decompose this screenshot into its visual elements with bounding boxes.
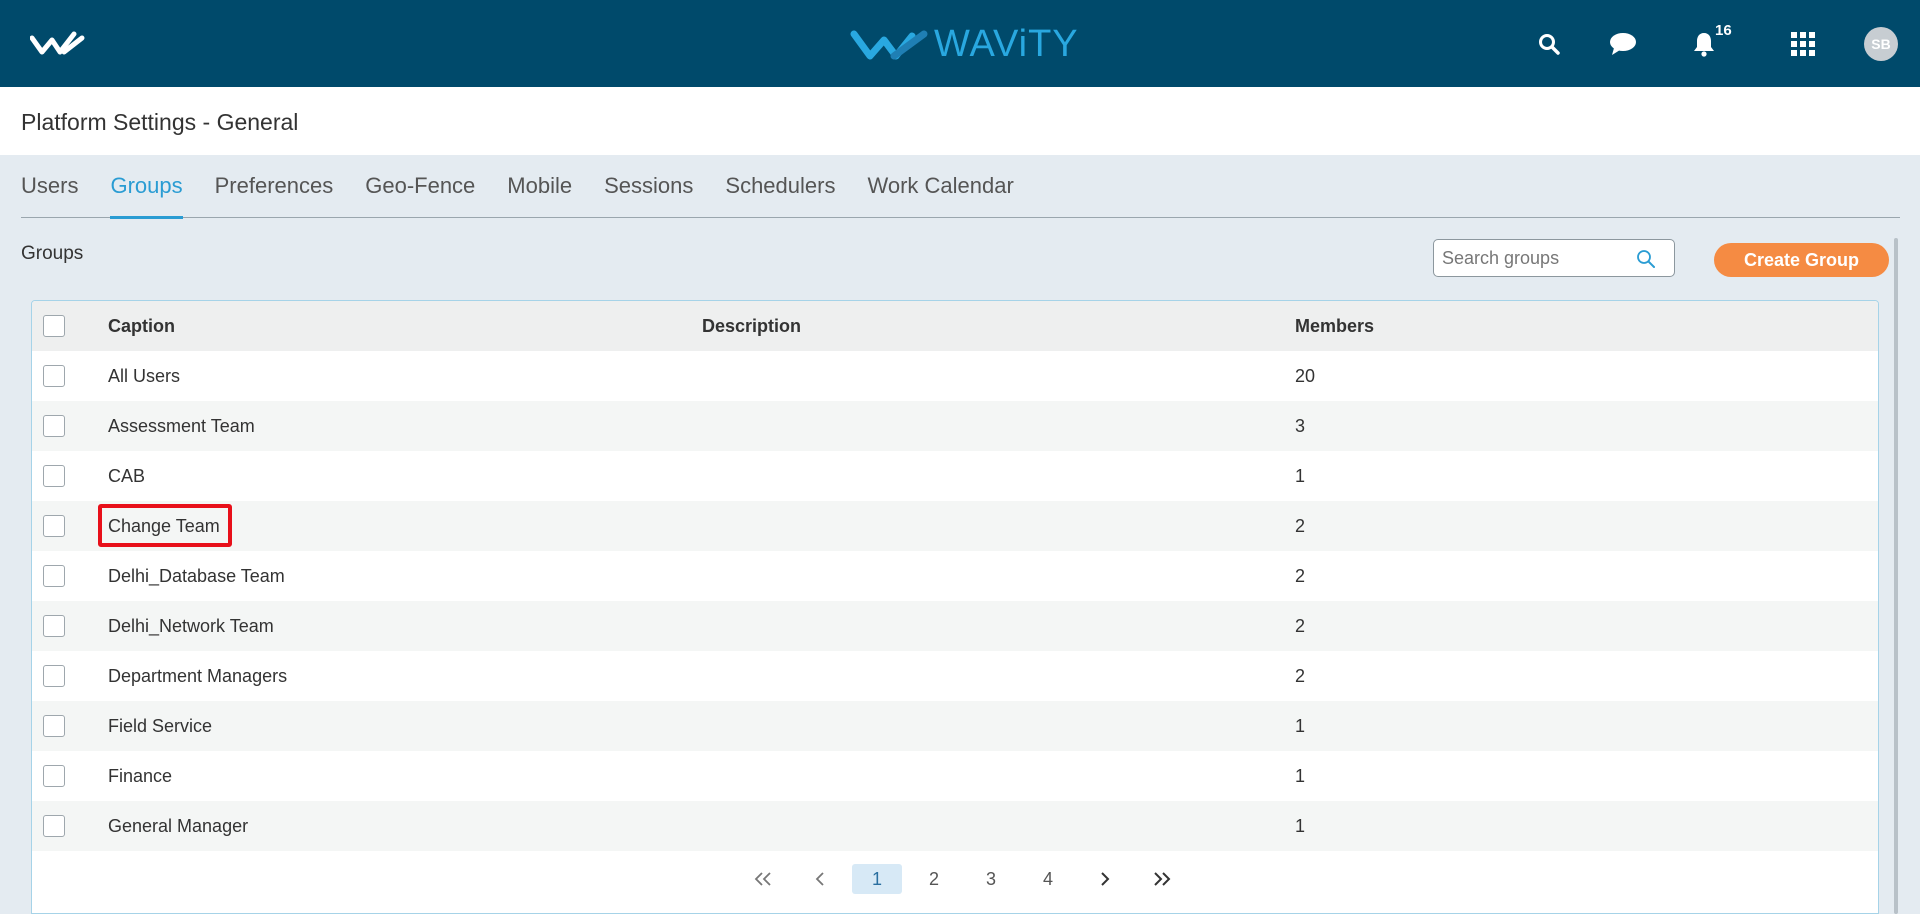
search-input[interactable] <box>1442 247 1632 269</box>
app-logo-icon[interactable] <box>30 30 86 58</box>
row-caption[interactable]: Finance <box>108 766 172 787</box>
row-checkbox[interactable] <box>43 465 65 487</box>
apps-grid-icon[interactable] <box>1785 26 1821 62</box>
table-row[interactable]: Delhi_Network Team 2 <box>32 601 1878 651</box>
table-row[interactable]: General Manager 1 <box>32 801 1878 851</box>
create-group-button[interactable]: Create Group <box>1714 243 1889 277</box>
groups-table: Caption Description Members All Users 20… <box>31 300 1879 914</box>
tab-mobile[interactable]: Mobile <box>507 155 572 218</box>
row-members: 2 <box>1295 565 1306 586</box>
tab-preferences[interactable]: Preferences <box>215 155 334 218</box>
tab-work-calendar[interactable]: Work Calendar <box>867 155 1013 218</box>
row-members: 1 <box>1295 765 1306 786</box>
tab-geo-fence[interactable]: Geo-Fence <box>365 155 475 218</box>
row-caption[interactable]: Delhi_Database Team <box>108 566 285 587</box>
tab-sessions[interactable]: Sessions <box>604 155 693 218</box>
caption-column-header[interactable]: Caption <box>108 316 175 337</box>
page-2-button[interactable]: 2 <box>909 864 959 894</box>
last-page-button[interactable] <box>1137 864 1187 894</box>
table-row[interactable]: Finance 1 <box>32 751 1878 801</box>
tab-schedulers[interactable]: Schedulers <box>725 155 835 218</box>
tab-users[interactable]: Users <box>21 155 78 218</box>
avatar[interactable]: SB <box>1864 27 1898 61</box>
search-groups-icon[interactable] <box>1636 249 1656 269</box>
page-title: Platform Settings - General <box>21 109 299 135</box>
next-page-button[interactable] <box>1080 864 1130 894</box>
row-caption[interactable]: All Users <box>108 366 180 387</box>
search-icon[interactable] <box>1531 26 1567 62</box>
row-caption[interactable]: Assessment Team <box>108 416 255 437</box>
description-column-header[interactable]: Description <box>702 316 801 337</box>
notification-badge: 16 <box>1715 22 1732 39</box>
table-row[interactable]: Delhi_Database Team 2 <box>32 551 1878 601</box>
brand-mark-icon <box>850 30 928 60</box>
row-caption[interactable]: Delhi_Network Team <box>108 616 274 637</box>
top-bar: WAViTY 16 SB <box>0 0 1920 87</box>
members-column-header[interactable]: Members <box>1295 316 1374 337</box>
previous-page-button[interactable] <box>795 864 845 894</box>
row-caption[interactable]: Field Service <box>108 716 212 737</box>
table-row[interactable]: Assessment Team 3 <box>32 401 1878 451</box>
row-members: 3 <box>1295 415 1306 436</box>
row-members: 1 <box>1295 715 1306 736</box>
row-caption[interactable]: CAB <box>108 466 145 487</box>
scrollbar[interactable] <box>1894 238 1898 914</box>
double-chevron-left-icon <box>754 872 771 886</box>
brand-name: WAViTY <box>934 23 1079 65</box>
table-row[interactable]: Field Service 1 <box>32 701 1878 751</box>
row-checkbox[interactable] <box>43 665 65 687</box>
row-caption[interactable]: Change Team <box>108 516 220 537</box>
page-3-button[interactable]: 3 <box>966 864 1016 894</box>
row-caption[interactable]: Department Managers <box>108 666 287 687</box>
first-page-button[interactable] <box>738 864 788 894</box>
table-header: Caption Description Members <box>32 301 1878 351</box>
chevron-right-icon <box>1101 872 1110 886</box>
chevron-left-icon <box>815 872 824 886</box>
row-checkbox[interactable] <box>43 515 65 537</box>
row-checkbox[interactable] <box>43 365 65 387</box>
row-members: 2 <box>1295 615 1306 636</box>
search-box <box>1433 239 1675 277</box>
row-checkbox[interactable] <box>43 615 65 637</box>
table-row[interactable]: CAB 1 <box>32 451 1878 501</box>
table-row[interactable]: All Users 20 <box>32 351 1878 401</box>
double-chevron-right-icon <box>1154 872 1171 886</box>
row-members: 2 <box>1295 665 1306 686</box>
row-checkbox[interactable] <box>43 765 65 787</box>
row-checkbox[interactable] <box>43 415 65 437</box>
section-title: Groups <box>21 243 84 264</box>
chat-icon[interactable] <box>1605 26 1641 62</box>
row-caption[interactable]: General Manager <box>108 816 248 837</box>
row-checkbox[interactable] <box>43 715 65 737</box>
row-members: 2 <box>1295 515 1306 536</box>
row-checkbox[interactable] <box>43 565 65 587</box>
page-header: Platform Settings - General <box>0 87 1920 155</box>
pagination: 1 2 3 4 <box>738 864 1194 894</box>
page-1-button[interactable]: 1 <box>852 864 902 894</box>
table-row[interactable]: Department Managers 2 <box>32 651 1878 701</box>
select-all-checkbox[interactable] <box>43 315 65 337</box>
page-4-button[interactable]: 4 <box>1023 864 1073 894</box>
row-members: 20 <box>1295 365 1316 386</box>
row-members: 1 <box>1295 815 1306 836</box>
row-checkbox[interactable] <box>43 815 65 837</box>
brand-logo: WAViTY <box>850 22 1079 66</box>
table-row[interactable]: Change Team 2 <box>32 501 1878 551</box>
row-members: 1 <box>1295 465 1306 486</box>
tab-groups[interactable]: Groups <box>110 155 183 219</box>
settings-tabs: Users Groups Preferences Geo-Fence Mobil… <box>21 155 1900 219</box>
